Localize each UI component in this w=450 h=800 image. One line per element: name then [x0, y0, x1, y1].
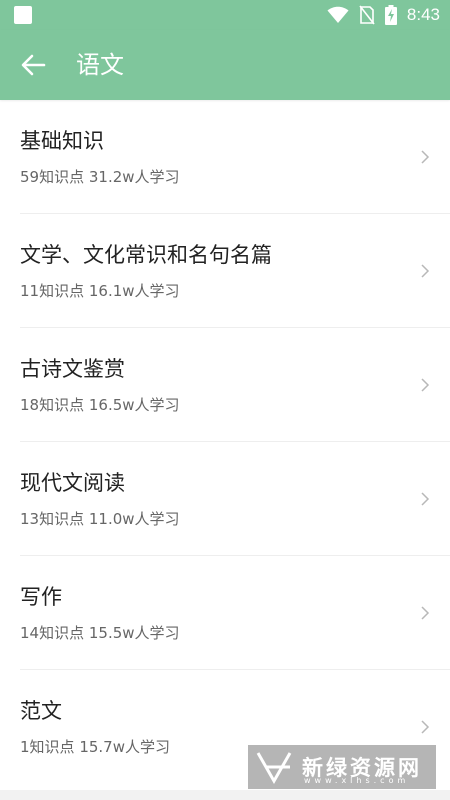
list-item-basic-knowledge[interactable]: 基础知识 59知识点 31.2w人学习 [0, 100, 450, 214]
status-icons: 8:43 [327, 0, 440, 30]
item-learners: 16.5w人学习 [88, 396, 180, 414]
watermark: 新绿资源网 www.xlhs.com [248, 745, 436, 789]
notification-square-icon [14, 6, 32, 24]
item-title: 写作 [20, 585, 62, 609]
item-learners: 31.2w人学习 [88, 168, 180, 186]
no-sim-icon [359, 5, 375, 25]
status-bar: 8:43 [0, 0, 450, 30]
list-item-writing[interactable]: 写作 14知识点 15.5w人学习 [0, 556, 450, 670]
item-points: 59知识点 [20, 168, 85, 186]
watermark-url: www.xlhs.com [304, 776, 410, 785]
wifi-icon [327, 6, 349, 23]
item-title: 范文 [20, 699, 62, 723]
chevron-right-icon [421, 606, 430, 620]
item-subtitle: 14知识点 15.5w人学习 [20, 622, 180, 644]
item-learners: 11.0w人学习 [88, 510, 180, 528]
battery-charging-icon [384, 5, 397, 25]
chevron-right-icon [421, 720, 430, 734]
item-points: 1知识点 [20, 738, 75, 756]
item-points: 11知识点 [20, 282, 85, 300]
item-title: 文学、文化常识和名句名篇 [20, 243, 272, 267]
app-bar: 语文 [0, 30, 450, 100]
item-subtitle: 11知识点 16.1w人学习 [20, 280, 180, 302]
item-title: 古诗文鉴赏 [20, 357, 125, 381]
list-item-literature-culture[interactable]: 文学、文化常识和名句名篇 11知识点 16.1w人学习 [0, 214, 450, 328]
watermark-logo-icon [256, 752, 292, 784]
status-time: 8:43 [406, 5, 440, 24]
back-button[interactable] [18, 52, 48, 78]
chevron-right-icon [421, 492, 430, 506]
item-title: 基础知识 [20, 129, 104, 153]
item-points: 13知识点 [20, 510, 85, 528]
topic-list: 基础知识 59知识点 31.2w人学习 文学、文化常识和名句名篇 11知识点 1… [0, 100, 450, 784]
item-subtitle: 13知识点 11.0w人学习 [20, 508, 180, 530]
chevron-right-icon [421, 264, 430, 278]
item-subtitle: 59知识点 31.2w人学习 [20, 166, 180, 188]
item-learners: 15.5w人学习 [88, 624, 180, 642]
item-points: 14知识点 [20, 624, 85, 642]
page-title: 语文 [76, 51, 124, 79]
list-item-modern-reading[interactable]: 现代文阅读 13知识点 11.0w人学习 [0, 442, 450, 556]
item-learners: 15.7w人学习 [79, 738, 170, 756]
list-item-classical-poetry[interactable]: 古诗文鉴赏 18知识点 16.5w人学习 [0, 328, 450, 442]
bottom-strip [0, 790, 450, 800]
item-points: 18知识点 [20, 396, 85, 414]
item-learners: 16.1w人学习 [88, 282, 180, 300]
item-title: 现代文阅读 [20, 471, 125, 495]
item-subtitle: 18知识点 16.5w人学习 [20, 394, 180, 416]
item-subtitle: 1知识点 15.7w人学习 [20, 736, 170, 758]
chevron-right-icon [421, 150, 430, 164]
chevron-right-icon [421, 378, 430, 392]
back-arrow-icon [21, 54, 46, 76]
